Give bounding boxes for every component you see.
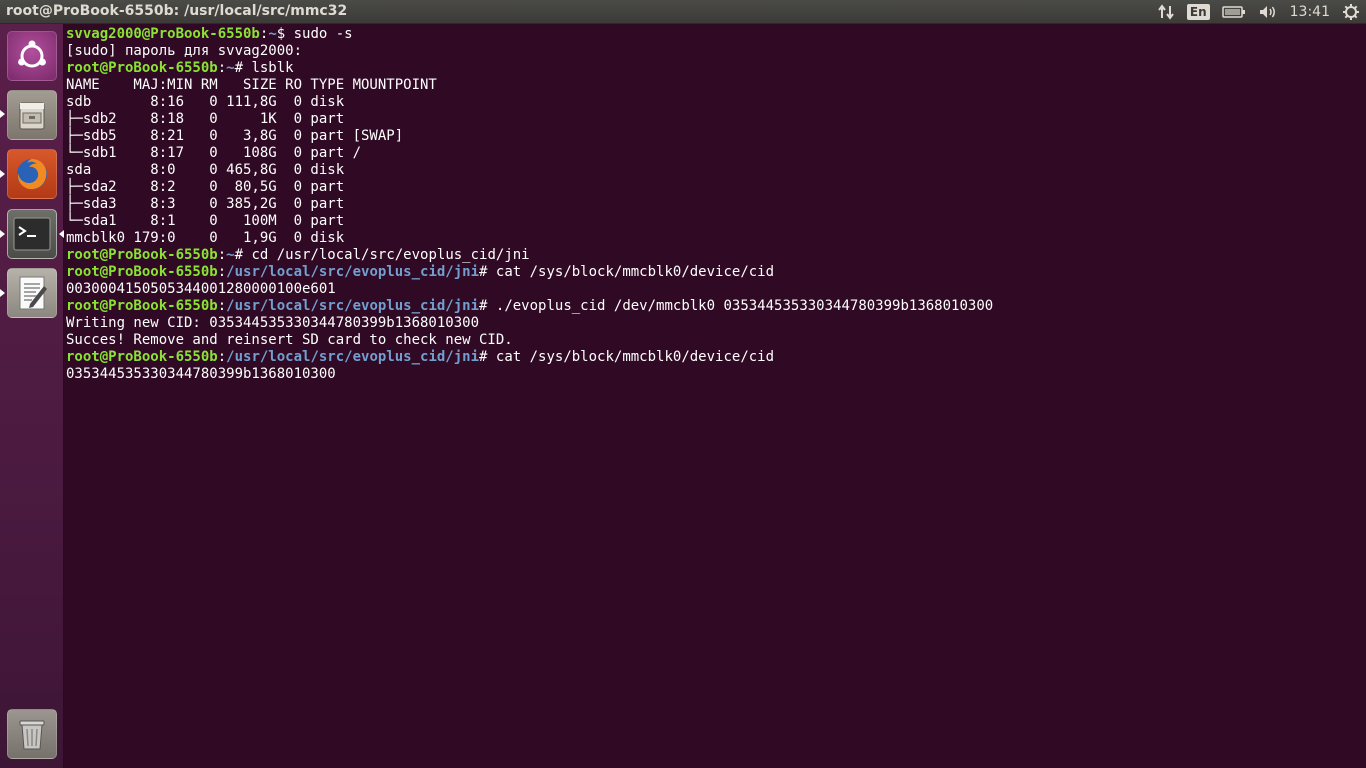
output-text: sda 8:0 0 465,8G 0 disk <box>66 162 345 178</box>
prompt-line: root@ProBook-6550b:~# cd /usr/local/src/… <box>66 247 1353 264</box>
output-line: ├─sdb2 8:18 0 1K 0 part <box>66 111 1353 128</box>
prompt-symbol: # <box>234 60 252 76</box>
terminal-output[interactable]: svvag2000@ProBook-6550b:~$ sudo -s [sudo]… <box>64 24 1353 768</box>
prompt-path: /usr/local/src/evoplus_cid/jni <box>226 349 480 365</box>
prompt-line: root@ProBook-6550b:~# lsblk <box>66 60 1353 77</box>
prompt-symbol: # <box>479 349 496 365</box>
files-running-indicator <box>0 110 5 118</box>
output-line: sda 8:0 0 465,8G 0 disk <box>66 162 1353 179</box>
output-line: └─sdb1 8:17 0 108G 0 part / <box>66 145 1353 162</box>
keyboard-layout-icon[interactable]: En <box>1186 0 1210 24</box>
prompt-line: svvag2000@ProBook-6550b:~$ sudo -s <box>66 26 1353 43</box>
prompt-symbol: # <box>479 264 496 280</box>
output-text: Writing new CID: 035344535330344780399b1… <box>66 315 480 331</box>
prompt-path: /usr/local/src/evoplus_cid/jni <box>226 298 480 314</box>
prompt-line: root@ProBook-6550b:/usr/local/src/evoplu… <box>66 264 1353 281</box>
output-text: └─sdb1 8:17 0 108G 0 part / <box>66 145 362 161</box>
command-text: sudo -s <box>293 26 353 42</box>
clock[interactable]: 13:41 <box>1290 0 1330 24</box>
prompt-path: ~ <box>226 60 235 76</box>
output-line: ├─sda2 8:2 0 80,5G 0 part <box>66 179 1353 196</box>
prompt-separator: : <box>217 349 227 365</box>
command-text: cd /usr/local/src/evoplus_cid/jni <box>251 247 530 263</box>
prompt-symbol: # <box>234 247 252 263</box>
command-text: lsblk <box>251 60 294 76</box>
files-icon <box>19 102 45 130</box>
output-text: ├─sda2 8:2 0 80,5G 0 part <box>66 179 345 195</box>
output-line: NAME MAJ:MIN RM SIZE RO TYPE MOUNTPOINT <box>66 77 1353 94</box>
output-text: NAME MAJ:MIN RM SIZE RO TYPE MOUNTPOINT <box>66 77 437 93</box>
prompt-separator: : <box>217 264 227 280</box>
firefox-icon <box>17 159 47 190</box>
firefox-button[interactable] <box>7 149 57 199</box>
prompt-path: /usr/local/src/evoplus_cid/jni <box>226 264 480 280</box>
terminal-scrollbar[interactable] <box>1353 24 1366 768</box>
output-text: └─sda1 8:1 0 100M 0 part <box>66 213 345 229</box>
text-editor-icon <box>19 276 47 310</box>
ubuntu-dash-icon <box>18 40 46 68</box>
output-text: 0030004150505344001280000100e601 <box>66 281 336 297</box>
trash-button[interactable] <box>7 709 57 759</box>
window-title: root@ProBook-6550b: /usr/local/src/mmc32 <box>6 3 348 19</box>
keyboard-layout-label: En <box>1186 4 1210 20</box>
prompt-line: root@ProBook-6550b:/usr/local/src/evoplu… <box>66 349 1353 366</box>
output-text: sdb 8:16 0 111,8G 0 disk <box>66 94 345 110</box>
volume-icon[interactable] <box>1258 0 1278 24</box>
output-line: 0030004150505344001280000100e601 <box>66 281 1353 298</box>
terminal-icon <box>13 217 51 251</box>
ubuntu-dash-button[interactable] <box>7 31 57 81</box>
output-line: Succes! Remove and reinsert SD card to c… <box>66 332 1353 349</box>
output-text: ├─sdb2 8:18 0 1K 0 part <box>66 111 345 127</box>
indicator-area: En 13:41 <box>1151 0 1366 24</box>
prompt-separator: : <box>217 60 227 76</box>
firefox-running-indicator <box>0 170 5 178</box>
terminal-button[interactable] <box>7 209 57 259</box>
output-text: ├─sdb5 8:21 0 3,8G 0 part [SWAP] <box>66 128 404 144</box>
output-text: Succes! Remove and reinsert SD card to c… <box>66 332 513 348</box>
prompt-path: ~ <box>226 247 235 263</box>
output-text: 035344535330344780399b1368010300 <box>66 366 336 382</box>
files-button[interactable] <box>7 90 57 140</box>
output-line: [sudo] пароль для svvag2000: <box>66 43 1353 60</box>
battery-icon[interactable] <box>1221 0 1246 24</box>
prompt-symbol: $ <box>276 26 294 42</box>
output-line: ├─sdb5 8:21 0 3,8G 0 part [SWAP] <box>66 128 1353 145</box>
output-text: mmcblk0 179:0 0 1,9G 0 disk <box>66 230 345 246</box>
launcher <box>0 24 64 768</box>
prompt-user: root@ProBook-6550b <box>66 298 218 314</box>
command-text: ./evoplus_cid /dev/mmcblk0 0353445353303… <box>495 298 994 314</box>
text-editor-button[interactable] <box>7 268 57 318</box>
output-line: sdb 8:16 0 111,8G 0 disk <box>66 94 1353 111</box>
output-line: Writing new CID: 035344535330344780399b1… <box>66 315 1353 332</box>
output-line: 035344535330344780399b1368010300 <box>66 366 1353 383</box>
prompt-symbol: # <box>479 298 496 314</box>
prompt-user: root@ProBook-6550b <box>66 60 218 76</box>
command-text: cat /sys/block/mmcblk0/device/cid <box>495 264 775 280</box>
output-text: ├─sda3 8:3 0 385,2G 0 part <box>66 196 345 212</box>
top-panel: root@ProBook-6550b: /usr/local/src/mmc32… <box>0 0 1366 24</box>
terminal-running-indicator <box>0 230 5 238</box>
prompt-separator: : <box>217 247 227 263</box>
prompt-user: root@ProBook-6550b <box>66 264 218 280</box>
prompt-user: root@ProBook-6550b <box>66 247 218 263</box>
prompt-separator: : <box>217 298 227 314</box>
gear-icon[interactable] <box>1342 0 1360 24</box>
prompt-user: root@ProBook-6550b <box>66 349 218 365</box>
trash-icon <box>19 720 45 750</box>
output-line: ├─sda3 8:3 0 385,2G 0 part <box>66 196 1353 213</box>
prompt-line: root@ProBook-6550b:/usr/local/src/evoplu… <box>66 298 1353 315</box>
output-line: mmcblk0 179:0 0 1,9G 0 disk <box>66 230 1353 247</box>
editor-running-indicator <box>0 289 5 297</box>
network-transfer-icon[interactable] <box>1157 0 1175 24</box>
output-text: [sudo] пароль для svvag2000: <box>66 43 303 59</box>
prompt-path: ~ <box>268 26 277 42</box>
prompt-user: svvag2000@ProBook-6550b <box>66 26 260 42</box>
output-line: └─sda1 8:1 0 100M 0 part <box>66 213 1353 230</box>
command-text: cat /sys/block/mmcblk0/device/cid <box>495 349 775 365</box>
